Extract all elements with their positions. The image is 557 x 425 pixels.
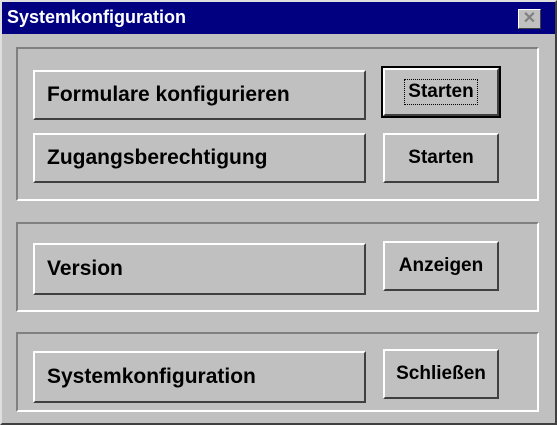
start-formulare-button-label: Starten [404, 79, 478, 105]
start-zugang-button[interactable]: Starten [383, 133, 499, 183]
label-formulare-konfigurieren: Formulare konfigurieren [33, 70, 366, 120]
label-zugangsberechtigung: Zugangsberechtigung [33, 133, 366, 183]
label-version: Version [33, 243, 366, 295]
window-title: Systemkonfiguration [7, 7, 187, 27]
show-version-button-label: Anzeigen [398, 255, 484, 276]
show-version-button[interactable]: Anzeigen [383, 241, 499, 291]
dialog-window: Systemkonfiguration ✕ Formulare konfigur… [0, 0, 557, 425]
close-dialog-button-label: Schließen [396, 363, 486, 384]
close-button[interactable]: ✕ [518, 9, 541, 29]
close-icon: ✕ [522, 10, 537, 27]
title-bar[interactable]: Systemkonfiguration ✕ [2, 2, 555, 34]
label-systemkonfiguration: Systemkonfiguration [33, 351, 366, 403]
start-formulare-button[interactable]: Starten [381, 66, 501, 118]
start-zugang-button-label: Starten [408, 147, 474, 168]
close-dialog-button[interactable]: Schließen [383, 349, 499, 399]
